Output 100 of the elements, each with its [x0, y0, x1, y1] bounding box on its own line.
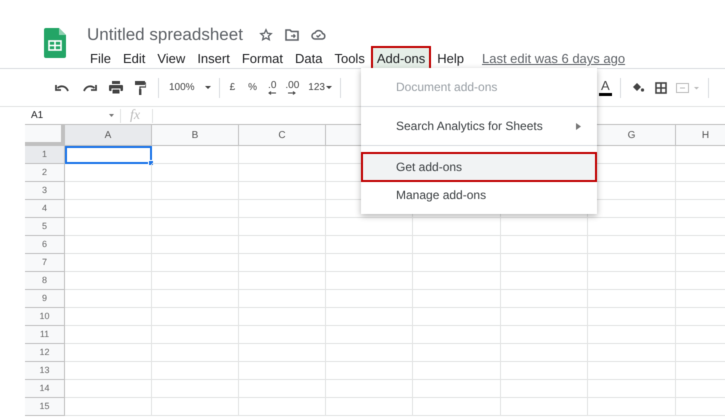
grid-cell[interactable] — [588, 362, 676, 380]
row-header[interactable]: 1 — [25, 146, 65, 164]
grid-cell[interactable] — [239, 218, 326, 236]
grid-cell[interactable] — [588, 236, 676, 254]
cloud-icon[interactable] — [310, 29, 326, 40]
grid-cell[interactable] — [501, 236, 588, 254]
menu-item[interactable]: Help — [431, 46, 470, 72]
grid-cell[interactable] — [413, 380, 501, 398]
grid-cell[interactable] — [239, 146, 326, 164]
grid-cell[interactable] — [501, 380, 588, 398]
document-title[interactable]: Untitled spreadsheet — [87, 26, 243, 43]
grid-cell[interactable] — [152, 254, 239, 272]
grid-cell[interactable] — [501, 398, 588, 416]
grid-cell[interactable] — [239, 182, 326, 200]
menu-item[interactable]: Edit — [116, 46, 152, 72]
spreadsheet-logo-icon[interactable] — [44, 28, 66, 58]
grid-cell[interactable] — [152, 200, 239, 218]
grid-cell[interactable] — [239, 200, 326, 218]
grid-cell[interactable] — [413, 272, 501, 290]
grid-cell[interactable] — [152, 164, 239, 182]
grid-cell[interactable] — [239, 236, 326, 254]
grid-cell[interactable] — [239, 398, 326, 416]
grid-cell[interactable] — [501, 218, 588, 236]
grid-cell[interactable] — [413, 344, 501, 362]
grid-cell[interactable] — [326, 272, 413, 290]
grid-cell[interactable] — [152, 290, 239, 308]
grid-cell[interactable] — [501, 362, 588, 380]
grid-cell[interactable] — [239, 164, 326, 182]
grid-cell[interactable] — [65, 308, 152, 326]
grid-cell[interactable] — [152, 380, 239, 398]
grid-cell[interactable] — [239, 326, 326, 344]
column-header[interactable]: A — [65, 125, 152, 146]
row-header[interactable]: 2 — [25, 164, 65, 182]
row-header[interactable]: 12 — [25, 344, 65, 362]
grid-cell[interactable] — [588, 290, 676, 308]
grid-cell[interactable] — [326, 326, 413, 344]
caret-icon[interactable] — [109, 114, 114, 117]
grid-cell[interactable] — [152, 146, 239, 164]
grid-cell[interactable] — [65, 398, 152, 416]
grid-cell[interactable] — [152, 398, 239, 416]
grid-cell[interactable] — [326, 218, 413, 236]
star-icon[interactable] — [258, 28, 273, 42]
grid-cell[interactable] — [413, 326, 501, 344]
grid-cell[interactable] — [413, 398, 501, 416]
grid-cell[interactable] — [326, 254, 413, 272]
row-header[interactable]: 3 — [25, 182, 65, 200]
grid-cell[interactable] — [588, 254, 676, 272]
column-header[interactable]: B — [152, 125, 239, 146]
increase-decimals-button[interactable]: .00 — [285, 80, 300, 94]
print-icon[interactable] — [109, 81, 123, 94]
grid-cell[interactable] — [152, 182, 239, 200]
folder-icon[interactable] — [284, 28, 299, 40]
grid-cell[interactable] — [65, 182, 152, 200]
grid-cell[interactable] — [65, 344, 152, 362]
menu-option[interactable]: Get add-ons — [361, 152, 597, 182]
row-header[interactable]: 4 — [25, 200, 65, 218]
name-box[interactable]: A1 — [31, 108, 44, 123]
selected-cell[interactable] — [65, 146, 152, 164]
menu-item[interactable]: Tools — [328, 46, 371, 72]
grid-cell[interactable] — [588, 326, 676, 344]
redo-icon[interactable] — [83, 83, 97, 92]
grid-cell[interactable] — [501, 308, 588, 326]
grid-cell[interactable] — [501, 344, 588, 362]
grid-cell[interactable] — [239, 380, 326, 398]
column-header[interactable]: C — [239, 125, 326, 146]
menu-item[interactable]: Insert — [191, 46, 236, 72]
menu-item[interactable]: View — [151, 46, 192, 72]
grid-cell[interactable] — [65, 380, 152, 398]
menu-option[interactable]: Manage add-ons — [361, 182, 597, 208]
grid-cell[interactable] — [326, 362, 413, 380]
percent-button[interactable]: % — [248, 80, 258, 95]
grid-cell[interactable] — [326, 308, 413, 326]
grid-cell[interactable] — [65, 272, 152, 290]
grid-cell[interactable] — [413, 290, 501, 308]
last-edit-link[interactable]: Last edit was 6 days ago — [482, 49, 626, 68]
grid-cell[interactable] — [413, 254, 501, 272]
menu-item[interactable]: Format — [236, 46, 289, 72]
row-header[interactable]: 11 — [25, 326, 65, 344]
column-header[interactable]: H — [676, 125, 725, 146]
grid-cell[interactable] — [326, 398, 413, 416]
grid-cell[interactable] — [501, 272, 588, 290]
paint-bucket-icon[interactable] — [630, 82, 645, 94]
row-header[interactable]: 14 — [25, 380, 65, 398]
grid-cell[interactable] — [152, 344, 239, 362]
grid-cell[interactable] — [65, 236, 152, 254]
row-header[interactable]: 15 — [25, 398, 65, 416]
grid-cell[interactable] — [65, 218, 152, 236]
decrease-decimals-button[interactable]: .0 — [268, 80, 276, 94]
grid-cell[interactable] — [65, 290, 152, 308]
grid-cell[interactable] — [588, 380, 676, 398]
grid-cell[interactable] — [65, 200, 152, 218]
menu-item[interactable]: Data — [289, 46, 328, 72]
grid-cell[interactable] — [413, 362, 501, 380]
paint-format-icon[interactable] — [135, 80, 146, 94]
row-header[interactable]: 7 — [25, 254, 65, 272]
grid-cell[interactable] — [65, 254, 152, 272]
grid-cell[interactable] — [501, 290, 588, 308]
row-header[interactable]: 13 — [25, 362, 65, 380]
grid-cell[interactable] — [239, 308, 326, 326]
menu-item[interactable]: File — [84, 46, 117, 72]
